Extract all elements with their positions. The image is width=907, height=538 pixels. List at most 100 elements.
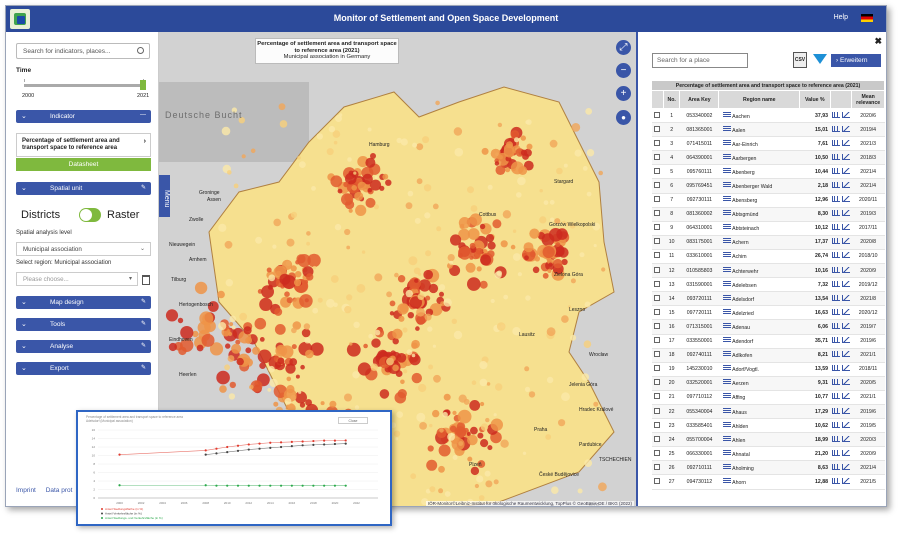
row-checkbox[interactable] xyxy=(654,224,661,231)
bar-chart-icon[interactable] xyxy=(832,294,841,301)
line-chart-icon[interactable] xyxy=(841,435,850,442)
help-link[interactable]: Help xyxy=(834,14,848,21)
header-mean-relevance[interactable]: Mean relevance xyxy=(851,90,885,109)
bar-chart-icon[interactable] xyxy=(832,393,841,400)
line-chart-icon[interactable] xyxy=(841,407,850,414)
list-icon[interactable] xyxy=(722,111,731,118)
analyse-section[interactable]: ⌄ Analyse ✎ xyxy=(16,340,151,353)
table-row[interactable]: 21 097710112 Affing 10,77 2021/1 xyxy=(651,390,885,405)
tools-section[interactable]: ⌄ Tools ✎ xyxy=(16,318,151,331)
list-icon[interactable] xyxy=(722,294,731,301)
bar-chart-icon[interactable] xyxy=(832,463,841,470)
line-chart-icon[interactable] xyxy=(841,337,850,344)
table-row[interactable]: 23 033585401 Ahlden 10,62 2019/5 xyxy=(651,418,885,434)
list-icon[interactable] xyxy=(722,365,731,372)
bar-chart-icon[interactable] xyxy=(832,266,841,273)
german-flag-icon[interactable] xyxy=(861,14,873,22)
table-row[interactable]: 5 095760111 Abenberg 10,44 2021/4 xyxy=(651,164,885,180)
header-no[interactable]: No. xyxy=(662,90,681,109)
table-row[interactable]: 10 083175001 Achern 17,37 2020/8 xyxy=(651,235,885,250)
bar-chart-icon[interactable] xyxy=(832,182,841,189)
spatial-unit-section[interactable]: ⌄ Spatial unit ✎ xyxy=(16,182,151,195)
row-checkbox[interactable] xyxy=(654,379,661,386)
bar-chart-icon[interactable] xyxy=(832,365,841,372)
csv-download-icon[interactable]: CSV xyxy=(793,52,807,68)
line-chart-icon[interactable] xyxy=(841,421,850,428)
place-search-input[interactable]: Search for a place xyxy=(652,53,748,68)
bar-chart-icon[interactable] xyxy=(832,196,841,203)
row-checkbox[interactable] xyxy=(654,238,661,245)
list-icon[interactable] xyxy=(722,252,731,259)
list-icon[interactable] xyxy=(722,463,731,470)
bar-chart-icon[interactable] xyxy=(832,252,841,259)
list-icon[interactable] xyxy=(722,266,731,273)
row-checkbox[interactable] xyxy=(654,477,661,484)
table-row[interactable]: 2 081365001 Aalen 15,01 2019/4 xyxy=(651,122,885,138)
pin-icon[interactable]: ✎ xyxy=(141,320,146,327)
line-chart-icon[interactable] xyxy=(841,449,850,456)
expand-button[interactable]: › Erweitern xyxy=(831,54,881,67)
line-chart-icon[interactable] xyxy=(841,379,850,386)
list-icon[interactable] xyxy=(722,153,731,160)
row-checkbox[interactable] xyxy=(654,182,661,189)
list-icon[interactable] xyxy=(722,435,731,442)
table-row[interactable]: 12 010585803 Achterwehr 10,16 2020/9 xyxy=(651,263,885,279)
line-chart-icon[interactable] xyxy=(841,125,850,132)
table-row[interactable]: 25 066330001 Ahnatal 21,20 2020/9 xyxy=(651,446,885,462)
table-row[interactable]: 7 092730111 Abensberg 12,96 2020/11 xyxy=(651,193,885,208)
bar-chart-icon[interactable] xyxy=(832,407,841,414)
row-checkbox[interactable] xyxy=(654,153,661,160)
bar-chart-icon[interactable] xyxy=(832,308,841,315)
list-icon[interactable] xyxy=(722,477,731,484)
list-icon[interactable] xyxy=(722,125,731,132)
line-chart-icon[interactable] xyxy=(841,252,850,259)
bar-chart-icon[interactable] xyxy=(832,238,841,245)
bar-chart-icon[interactable] xyxy=(832,210,841,217)
data-protection-link[interactable]: Data prot xyxy=(46,487,73,494)
table-row[interactable]: 18 092740111 Adlkofen 8,21 2021/1 xyxy=(651,348,885,363)
list-icon[interactable] xyxy=(722,280,731,287)
indicator-selector[interactable]: Percentage of settlement area and transp… xyxy=(16,133,151,157)
row-checkbox[interactable] xyxy=(654,266,661,273)
bar-chart-icon[interactable] xyxy=(832,322,841,329)
row-checkbox[interactable] xyxy=(654,111,661,118)
table-row[interactable]: 22 055340004 Ahaus 17,29 2019/6 xyxy=(651,404,885,420)
line-chart-icon[interactable] xyxy=(841,365,850,372)
list-icon[interactable] xyxy=(722,182,731,189)
line-chart-icon[interactable] xyxy=(841,351,850,358)
table-row[interactable]: 27 094730112 Ahorn 12,88 2021/5 xyxy=(651,474,885,490)
line-chart-icon[interactable] xyxy=(841,266,850,273)
toggle-switch[interactable] xyxy=(79,208,101,222)
list-icon[interactable] xyxy=(722,351,731,358)
bar-chart-icon[interactable] xyxy=(832,351,841,358)
datasheet-button[interactable]: Datasheet xyxy=(16,158,151,171)
row-checkbox[interactable] xyxy=(654,463,661,470)
imprint-link[interactable]: Imprint xyxy=(16,487,36,494)
list-icon[interactable] xyxy=(722,322,731,329)
bar-chart-icon[interactable] xyxy=(832,167,841,174)
line-chart-icon[interactable] xyxy=(841,224,850,231)
row-checkbox[interactable] xyxy=(654,196,661,203)
line-chart-icon[interactable] xyxy=(841,393,850,400)
export-section[interactable]: ⌄ Export ✎ xyxy=(16,362,151,375)
row-checkbox[interactable] xyxy=(654,421,661,428)
line-chart-icon[interactable] xyxy=(841,167,850,174)
line-chart-icon[interactable] xyxy=(841,477,850,484)
bar-chart-icon[interactable] xyxy=(832,125,841,132)
time-slider-handle[interactable] xyxy=(140,80,146,90)
bar-chart-icon[interactable] xyxy=(832,224,841,231)
row-checkbox[interactable] xyxy=(654,280,661,287)
table-row[interactable]: 3 071415011 Aar-Einrich 7,61 2021/3 xyxy=(651,136,885,152)
districts-raster-toggle[interactable]: Districts Raster xyxy=(21,208,151,224)
row-checkbox[interactable] xyxy=(654,322,661,329)
bar-chart-icon[interactable] xyxy=(832,435,841,442)
line-chart-icon[interactable] xyxy=(841,182,850,189)
list-icon[interactable] xyxy=(722,449,731,456)
collapse-icon[interactable]: — xyxy=(140,112,146,118)
list-icon[interactable] xyxy=(722,407,731,414)
zoom-in-button[interactable]: + xyxy=(616,86,631,101)
table-row[interactable]: 9 064310001 Abtsteinach 10,12 2017/11 xyxy=(651,221,885,236)
list-icon[interactable] xyxy=(722,421,731,428)
line-chart-icon[interactable] xyxy=(841,308,850,315)
trash-icon[interactable] xyxy=(142,275,150,285)
